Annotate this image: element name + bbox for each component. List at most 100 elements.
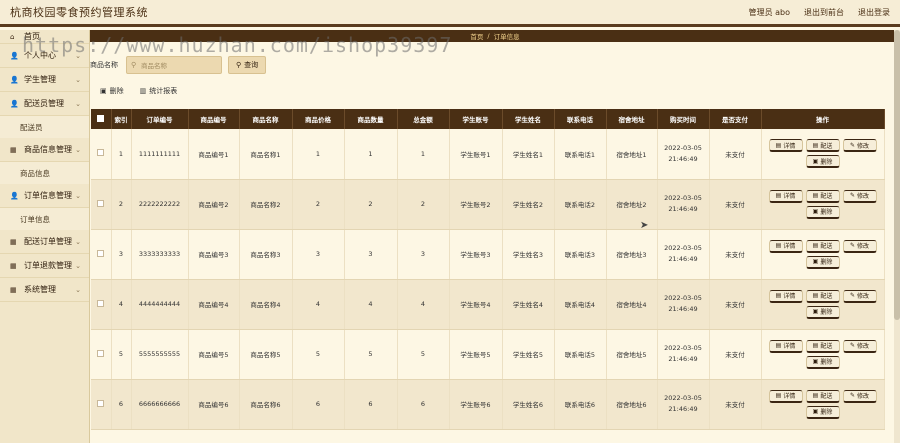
sidebar-item-5[interactable]: 👤 订单信息管理 ⌄ [0, 184, 89, 208]
trash-icon: ▣ [812, 308, 819, 315]
cell-goods-no: 商品编号5 [188, 329, 240, 380]
cell-student-name: 学生姓名6 [502, 379, 555, 430]
cell-total: 3 [397, 229, 450, 280]
cell-goods-no: 商品编号4 [188, 279, 240, 330]
cell-index: 4 [111, 279, 132, 330]
detail-button[interactable]: ▤ 详情 [768, 189, 803, 203]
breadcrumb-home[interactable]: 首页 [470, 31, 483, 41]
sidebar-item-7[interactable]: ▦ 订单退款管理 ⌄ [0, 254, 89, 278]
delete-button[interactable]: ▣ 删除 [805, 305, 840, 319]
sidebar-subitem[interactable]: 配送员 [0, 116, 89, 138]
row-checkbox[interactable] [97, 199, 105, 207]
detail-button[interactable]: ▤ 详情 [768, 389, 803, 403]
grid-icon: ▦ [10, 285, 17, 294]
orders-table: 索引 订单编号 商品编号 商品名称 商品价格 商品数量 总金额 学生账号 学生姓名 联系电话 宿舍地… [91, 109, 885, 430]
breadcrumb-current: 订单信息 [493, 33, 520, 41]
cell-goods-no: 商品编号1 [188, 129, 240, 180]
detail-button[interactable]: ▤ 详情 [768, 289, 803, 303]
dispatch-button-label: 配送 [820, 243, 833, 250]
row-checkbox[interactable] [97, 349, 105, 357]
column-header: 购买时间 [657, 109, 710, 129]
row-operations: ▤ 详情 ▤ 配送 ✎ 修改 ▣ 删除 [761, 329, 885, 380]
edit-button[interactable]: ✎ 修改 [842, 339, 877, 353]
cell-time: 2022-03-05 21:46:49 [657, 329, 710, 380]
delete-button[interactable]: ▣ 删除 [805, 205, 840, 219]
dispatch-button[interactable]: ▤ 配送 [805, 239, 840, 253]
cell-price: 2 [292, 179, 345, 230]
delete-button[interactable]: ▣ 删除 [805, 155, 840, 169]
sidebar-item-4[interactable]: ▦ 商品信息管理 ⌄ [0, 138, 89, 162]
sidebar-item-6[interactable]: ▦ 配送订单管理 ⌄ [0, 230, 89, 254]
delete-button[interactable]: ▣ 删除 [805, 255, 840, 269]
edit-button-label: 修改 [857, 142, 870, 150]
table-row: 1 1111111111 商品编号1 商品名称1 1 1 1 学生账号1 学生姓名1 联系电话1 宿… [91, 129, 885, 180]
document-icon: ▤ [812, 292, 819, 299]
edit-button[interactable]: ✎ 修改 [842, 189, 877, 203]
dispatch-button[interactable]: ▤ 配送 [805, 189, 840, 203]
cell-goods-name: 商品名称1 [239, 129, 293, 180]
detail-button[interactable]: ▤ 详情 [768, 339, 803, 353]
delete-button[interactable]: ▣ 删除 [805, 405, 840, 419]
cell-qty: 3 [344, 229, 398, 280]
sidebar-item-2[interactable]: 👤 学生管理 ⌄ [0, 68, 89, 92]
dispatch-button[interactable]: ▤ 配送 [805, 289, 840, 303]
cell-order-no: 4444444444 [131, 279, 189, 330]
exit-to-frontend-link[interactable]: 退出到前台 [804, 7, 844, 18]
header-select-all[interactable] [91, 109, 112, 129]
top-bar: 杭商校园零食预约管理系统 管理员 abo 退出到前台 退出登录 [0, 0, 900, 27]
row-select-cell [91, 279, 112, 330]
page-scrollbar-thumb[interactable] [894, 30, 900, 320]
grid-icon: ▦ [10, 145, 17, 154]
sidebar-subitem[interactable]: 订单信息 [0, 208, 89, 230]
dispatch-button[interactable]: ▤ 配送 [805, 389, 840, 403]
sidebar-item-8[interactable]: ▦ 系统管理 ⌄ [0, 278, 89, 302]
cell-price: 5 [292, 329, 345, 380]
dispatch-button-label: 配送 [820, 193, 833, 200]
row-select-cell [91, 329, 112, 380]
cell-student-name: 学生姓名1 [502, 129, 555, 180]
delete-action-button[interactable]: ▣ 删除 [100, 86, 124, 96]
edit-button[interactable]: ✎ 修改 [842, 139, 877, 153]
cell-goods-name: 商品名称2 [239, 179, 293, 230]
logout-link[interactable]: 退出登录 [858, 7, 890, 18]
row-checkbox[interactable] [97, 299, 105, 307]
cell-order-no: 6666666666 [131, 379, 189, 430]
detail-button[interactable]: ▤ 详情 [768, 239, 803, 253]
search-button[interactable]: ⚲ 查询 [228, 56, 267, 74]
edit-button[interactable]: ✎ 修改 [842, 389, 877, 403]
document-icon: ▤ [812, 141, 819, 149]
search-input[interactable]: ⚲ 商品名称 [126, 56, 222, 74]
cell-order-no: 2222222222 [131, 179, 189, 230]
dispatch-button[interactable]: ▤ 配送 [805, 339, 840, 353]
row-checkbox[interactable] [97, 149, 105, 157]
search-placeholder: 商品名称 [141, 62, 167, 70]
cell-address: 宿舍地址3 [606, 229, 658, 280]
row-checkbox[interactable] [97, 249, 105, 257]
sidebar-item-0[interactable]: ⌂ 首页 [0, 30, 89, 44]
table-row: 6 6666666666 商品编号6 商品名称6 6 6 6 学生账号6 学生姓名6 联系电话6 宿… [91, 379, 885, 430]
sidebar-subitem[interactable]: 商品信息 [0, 162, 89, 184]
edit-button[interactable]: ✎ 修改 [842, 239, 877, 253]
cell-total: 5 [397, 329, 450, 380]
document-icon: ▤ [775, 192, 782, 199]
stats-report-button[interactable]: ▥ 统计报表 [140, 86, 178, 96]
delete-button[interactable]: ▣ 删除 [805, 355, 840, 369]
grid-icon: ▦ [10, 261, 17, 270]
detail-button[interactable]: ▤ 详情 [768, 139, 803, 153]
row-checkbox[interactable] [97, 399, 105, 407]
chevron-down-icon: ⌄ [75, 237, 81, 246]
column-header: 操作 [761, 109, 885, 129]
sidebar-item-1[interactable]: 👤 个人中心 ⌄ [0, 44, 89, 68]
admin-user-link[interactable]: 管理员 abo [749, 7, 790, 18]
pencil-icon: ✎ [849, 292, 855, 299]
sidebar-item-3[interactable]: 👤 配送员管理 ⌄ [0, 92, 89, 116]
trash-icon: ▣ [812, 408, 819, 415]
cell-index: 3 [111, 229, 132, 280]
cell-student-name: 学生姓名2 [502, 179, 555, 230]
sidebar-item-label: 订单退款管理 [24, 261, 72, 270]
dispatch-button[interactable]: ▤ 配送 [805, 139, 840, 153]
edit-button[interactable]: ✎ 修改 [842, 289, 877, 303]
row-operations: ▤ 详情 ▤ 配送 ✎ 修改 ▣ 删除 [761, 229, 885, 280]
select-all-checkbox[interactable] [97, 114, 105, 122]
cell-goods-name: 商品名称4 [239, 279, 293, 330]
